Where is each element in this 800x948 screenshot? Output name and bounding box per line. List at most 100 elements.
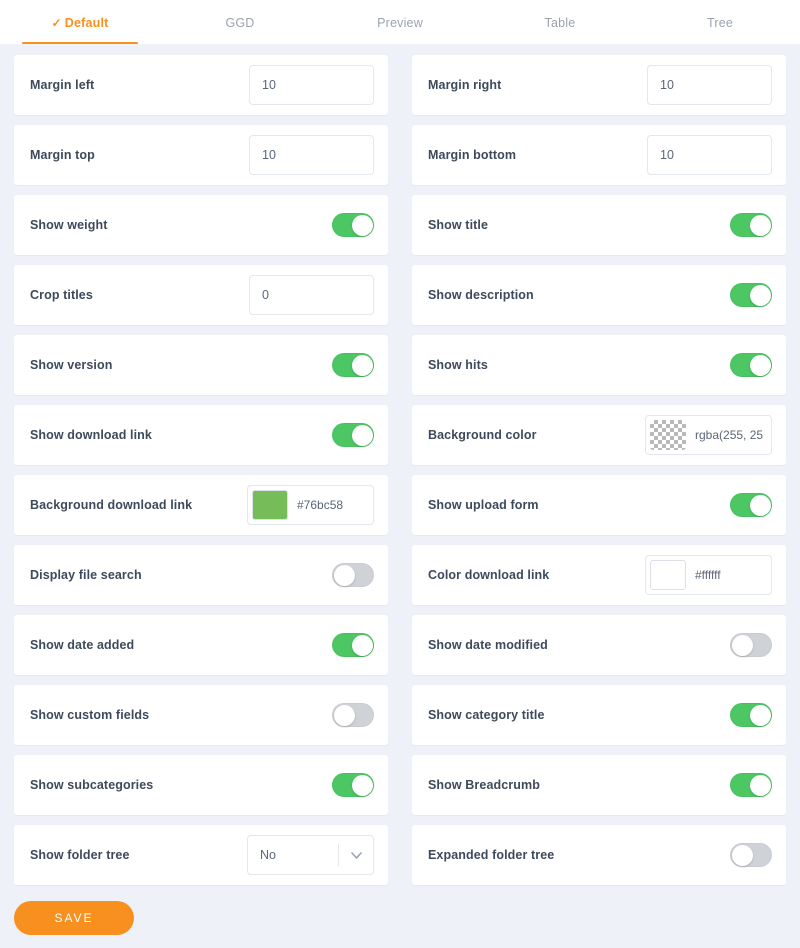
show-description-toggle[interactable] bbox=[730, 283, 772, 307]
setting-card-margin-bottom: Margin bottom bbox=[412, 125, 786, 185]
setting-card-show-category-title: Show category title bbox=[412, 685, 786, 745]
color-value-text: rgba(255, 25 bbox=[695, 428, 763, 442]
setting-control bbox=[332, 773, 374, 797]
show-weight-toggle[interactable] bbox=[332, 213, 374, 237]
toggle-knob bbox=[352, 355, 373, 376]
setting-control: rgba(255, 25 bbox=[645, 415, 772, 455]
show-custom-fields-toggle[interactable] bbox=[332, 703, 374, 727]
show-date-modified-toggle[interactable] bbox=[730, 633, 772, 657]
toggle-knob bbox=[352, 215, 373, 236]
setting-label: Margin top bbox=[30, 148, 95, 162]
setting-card-margin-right: Margin right bbox=[412, 55, 786, 115]
show-breadcrumb-toggle[interactable] bbox=[730, 773, 772, 797]
chevron-down-icon[interactable] bbox=[339, 852, 373, 859]
tab-default[interactable]: ✓ Default bbox=[0, 0, 160, 45]
toggle-knob bbox=[750, 215, 771, 236]
margin-right-input[interactable] bbox=[647, 65, 772, 105]
setting-label: Show date modified bbox=[428, 638, 548, 652]
check-icon: ✓ bbox=[51, 17, 61, 29]
setting-card-show-title: Show title bbox=[412, 195, 786, 255]
tab-bar-divider bbox=[0, 44, 800, 45]
color-swatch[interactable] bbox=[650, 560, 686, 590]
show-version-toggle[interactable] bbox=[332, 353, 374, 377]
toggle-knob bbox=[352, 635, 373, 656]
show-folder-tree-select[interactable]: No bbox=[247, 835, 374, 875]
setting-card-show-description: Show description bbox=[412, 265, 786, 325]
setting-card-show-upload-form: Show upload form bbox=[412, 475, 786, 535]
setting-control bbox=[332, 213, 374, 237]
tab-label: Default bbox=[65, 16, 109, 30]
setting-control bbox=[332, 423, 374, 447]
setting-control bbox=[332, 353, 374, 377]
setting-label: Show weight bbox=[30, 218, 108, 232]
color-download-link-color-picker[interactable]: #ffffff bbox=[645, 555, 772, 595]
tab-tree[interactable]: Tree bbox=[640, 0, 800, 45]
toggle-knob bbox=[334, 705, 355, 726]
setting-label: Expanded folder tree bbox=[428, 848, 554, 862]
setting-control bbox=[647, 135, 772, 175]
toggle-knob bbox=[732, 845, 753, 866]
show-hits-toggle[interactable] bbox=[730, 353, 772, 377]
toggle-knob bbox=[750, 285, 771, 306]
background-color-color-picker[interactable]: rgba(255, 25 bbox=[645, 415, 772, 455]
setting-label: Show download link bbox=[30, 428, 152, 442]
tab-table[interactable]: Table bbox=[480, 0, 640, 45]
setting-card-show-version: Show version bbox=[14, 335, 388, 395]
setting-label: Margin left bbox=[30, 78, 94, 92]
toggle-knob bbox=[750, 775, 771, 796]
setting-card-show-weight: Show weight bbox=[14, 195, 388, 255]
margin-left-input[interactable] bbox=[249, 65, 374, 105]
show-category-title-toggle[interactable] bbox=[730, 703, 772, 727]
setting-card-show-subcategories: Show subcategories bbox=[14, 755, 388, 815]
setting-control bbox=[730, 633, 772, 657]
setting-card-show-download-link: Show download link bbox=[14, 405, 388, 465]
show-title-toggle[interactable] bbox=[730, 213, 772, 237]
tab-label: Tree bbox=[707, 16, 733, 30]
setting-card-color-download-link: Color download link#ffffff bbox=[412, 545, 786, 605]
margin-bottom-input[interactable] bbox=[647, 135, 772, 175]
setting-label: Display file search bbox=[30, 568, 142, 582]
background-download-link-color-picker[interactable]: #76bc58 bbox=[247, 485, 374, 525]
setting-label: Show version bbox=[30, 358, 112, 372]
setting-label: Show description bbox=[428, 288, 534, 302]
setting-card-crop-titles: Crop titles bbox=[14, 265, 388, 325]
color-swatch[interactable] bbox=[252, 490, 288, 520]
show-download-link-toggle[interactable] bbox=[332, 423, 374, 447]
setting-label: Show hits bbox=[428, 358, 488, 372]
toggle-knob bbox=[750, 495, 771, 516]
setting-control bbox=[332, 633, 374, 657]
color-value-text: #ffffff bbox=[695, 568, 721, 582]
save-button-container: SAVE bbox=[0, 885, 800, 935]
color-swatch[interactable] bbox=[650, 420, 686, 450]
tab-ggd[interactable]: GGD bbox=[160, 0, 320, 45]
setting-control bbox=[647, 65, 772, 105]
crop-titles-input[interactable] bbox=[249, 275, 374, 315]
tab-label: GGD bbox=[225, 16, 254, 30]
setting-control bbox=[332, 563, 374, 587]
setting-label: Show folder tree bbox=[30, 848, 130, 862]
tab-preview[interactable]: Preview bbox=[320, 0, 480, 45]
show-subcategories-toggle[interactable] bbox=[332, 773, 374, 797]
setting-control bbox=[730, 283, 772, 307]
setting-label: Show Breadcrumb bbox=[428, 778, 540, 792]
display-file-search-toggle[interactable] bbox=[332, 563, 374, 587]
save-button[interactable]: SAVE bbox=[14, 901, 134, 935]
setting-control bbox=[730, 353, 772, 377]
setting-label: Background download link bbox=[30, 498, 192, 512]
setting-label: Show date added bbox=[30, 638, 134, 652]
margin-top-input[interactable] bbox=[249, 135, 374, 175]
expanded-folder-tree-toggle[interactable] bbox=[730, 843, 772, 867]
setting-control: No bbox=[247, 835, 374, 875]
settings-grid: Margin left Margin right Margin top Margin … bbox=[0, 45, 800, 885]
setting-card-background-color: Background colorrgba(255, 25 bbox=[412, 405, 786, 465]
toggle-knob bbox=[334, 565, 355, 586]
show-upload-form-toggle[interactable] bbox=[730, 493, 772, 517]
settings-tab-bar: ✓ Default GGD PreviewTable Tree bbox=[0, 0, 800, 45]
setting-control bbox=[249, 65, 374, 105]
setting-label: Margin bottom bbox=[428, 148, 516, 162]
setting-control bbox=[730, 843, 772, 867]
setting-label: Crop titles bbox=[30, 288, 93, 302]
setting-card-expanded-folder-tree: Expanded folder tree bbox=[412, 825, 786, 885]
toggle-knob bbox=[352, 425, 373, 446]
show-date-added-toggle[interactable] bbox=[332, 633, 374, 657]
